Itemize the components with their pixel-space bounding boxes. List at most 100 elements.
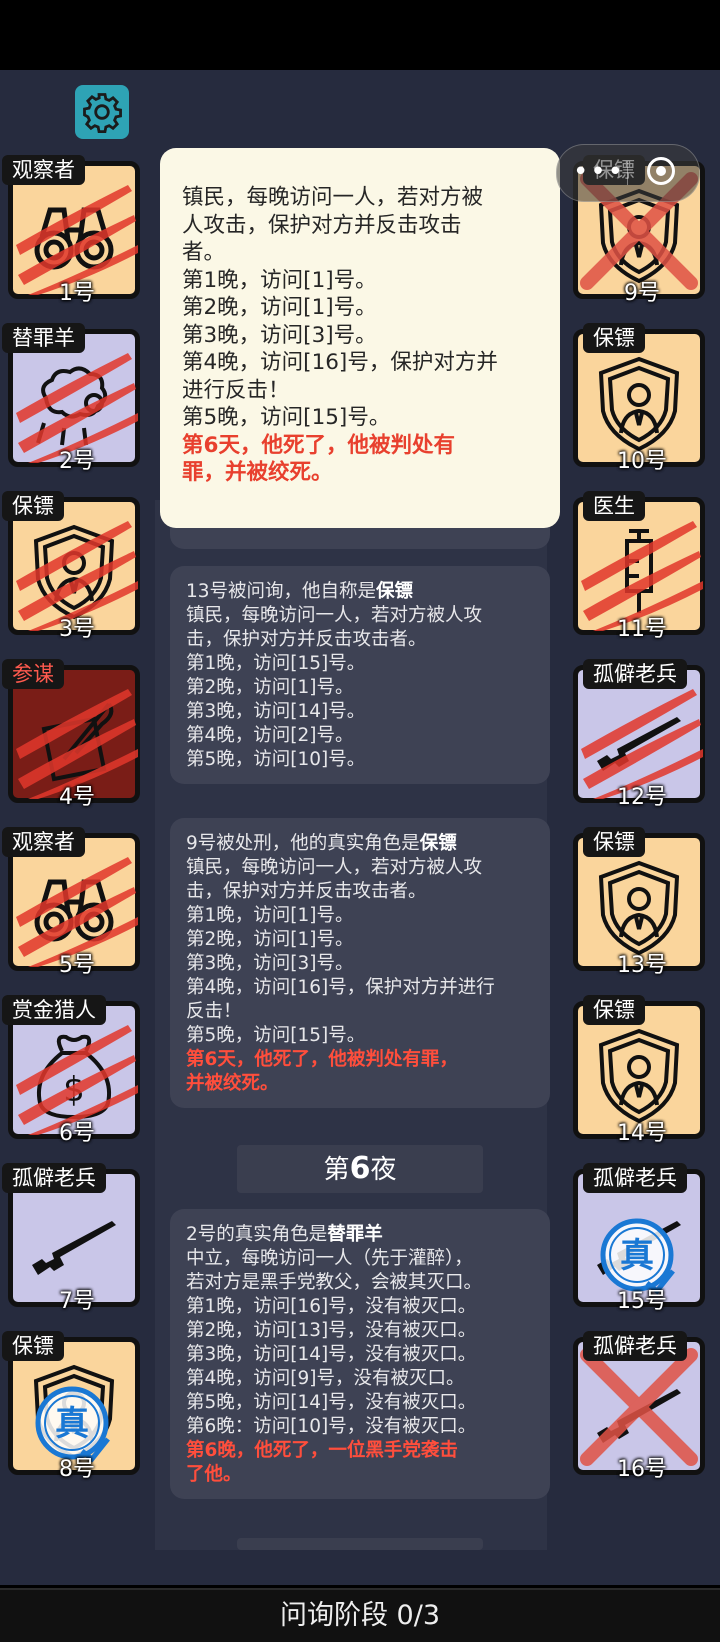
tooltip-line: 进行反击！ <box>182 377 290 403</box>
player-card[interactable]: $赏金猎人6号 <box>2 995 140 1146</box>
player-role-label: 观察者 <box>2 155 85 185</box>
tooltip-death-line: 第6天，他死了，他被判处有 <box>182 432 455 458</box>
log-message-header: 13号被问询，他自称是保镖 <box>186 581 414 602</box>
log-message: 2号的真实角色是替罪羊中立，每晚访问一人（先于灌醉）， 若对方是黑手党教父，会被其… <box>170 1209 550 1499</box>
player-number: 11号 <box>617 617 667 642</box>
log-line: 第3晚，访问[14]号。 <box>186 701 366 722</box>
player-number: 1号 <box>59 281 95 306</box>
player-number: 14号 <box>617 1121 667 1146</box>
player-number: 16号 <box>617 1457 667 1482</box>
player-role-label: 参谋 <box>2 659 64 689</box>
log-line: 反击！ <box>186 1001 242 1022</box>
player-card[interactable]: 孤僻老兵 12号 <box>567 659 705 810</box>
player-role-label: 孤僻老兵 <box>583 1331 687 1361</box>
tooltip-line: 人攻击，保护对方并反击攻击 <box>182 212 462 238</box>
player-role-label: 保镖 <box>2 1331 64 1361</box>
player-card[interactable]: 真 孤僻老兵 15号 <box>567 1163 705 1314</box>
role-tooltip: 镇民，每晚访问一人，若对方被 人攻击，保护对方并反击攻击 者。 第1晚，访问[1]号。… <box>160 148 560 528</box>
rifle-icon <box>24 1193 124 1293</box>
player-card[interactable]: 孤僻老兵 16号 <box>567 1331 705 1482</box>
player-role-label: 保镖 <box>583 827 645 857</box>
player-number: 5号 <box>59 953 95 978</box>
tooltip-line: 镇民，每晚访问一人，若对方被 <box>182 185 484 210</box>
night-divider-next <box>237 1538 483 1550</box>
player-number: 15号 <box>617 1289 667 1314</box>
player-role-label: 赏金猎人 <box>2 995 106 1025</box>
player-role-label: 观察者 <box>2 827 85 857</box>
log-line: 第3晚，访问[14]号，没有被灭口。 <box>186 1344 477 1365</box>
mini-program-capsule[interactable]: ••• <box>556 144 700 202</box>
player-card[interactable]: 保镖 10号 <box>567 323 705 474</box>
player-card[interactable]: 真 保镖 8号 <box>2 1331 140 1482</box>
settings-button[interactable] <box>75 85 129 139</box>
log-line: 第4晚，访问[9]号，没有被灭口。 <box>186 1368 465 1389</box>
log-line: 中立，每晚访问一人（先于灌醉）， <box>186 1248 473 1269</box>
log-line: 第5晚，访问[14]号，没有被灭口。 <box>186 1392 477 1413</box>
player-card[interactable]: 保镖 13号 <box>567 827 705 978</box>
close-target-icon[interactable] <box>647 157 675 185</box>
log-line: 第6晚：访问[10]号，没有被灭口。 <box>186 1416 477 1437</box>
player-number: 6号 <box>59 1121 95 1146</box>
player-number: 12号 <box>617 785 667 810</box>
player-number: 7号 <box>59 1289 95 1314</box>
tooltip-line: 第1晚，访问[1]号。 <box>182 267 377 293</box>
player-role-label: 孤僻老兵 <box>583 659 687 689</box>
log-line: 第3晚，访问[3]号。 <box>186 953 354 974</box>
log-death-line: 了他。 <box>186 1464 242 1485</box>
log-line: 镇民，每晚访问一人，若对方被人攻 <box>186 857 483 878</box>
tooltip-line: 第4晚，访问[16]号，保护对方并 <box>182 350 498 375</box>
player-role-label: 孤僻老兵 <box>2 1163 106 1193</box>
player-role-label: 医生 <box>583 491 645 521</box>
log-message: 9号被处刑，他的真实角色是保镖镇民，每晚访问一人，若对方被人攻 击，保护对方并反击… <box>170 818 550 1108</box>
player-role-label: 孤僻老兵 <box>583 1163 687 1193</box>
log-line: 第1晚，访问[1]号。 <box>186 905 354 926</box>
tooltip-death-line: 罪，并被绞死。 <box>182 460 333 485</box>
log-line: 第1晚，访问[16]号，没有被灭口。 <box>186 1296 477 1317</box>
player-number: 13号 <box>617 953 667 978</box>
tooltip-line: 第3晚，访问[3]号。 <box>182 322 377 348</box>
player-role-label: 保镖 <box>2 491 64 521</box>
player-card[interactable]: 观察者 1号 <box>2 155 140 306</box>
player-card[interactable]: 孤僻老兵 7号 <box>2 1163 140 1314</box>
log-line: 击，保护对方并反击攻击者。 <box>186 629 427 650</box>
tooltip-line: 第2晚，访问[1]号。 <box>182 295 377 320</box>
log-line: 第4晚，访问[2]号。 <box>186 725 354 746</box>
player-number: 3号 <box>59 617 95 642</box>
log-line: 第5晚，访问[15]号。 <box>186 1025 366 1046</box>
player-role-label: 保镖 <box>583 323 645 353</box>
log-line: 击，保护对方并反击攻击者。 <box>186 881 427 902</box>
player-card[interactable]: 替罪羊 2号 <box>2 323 140 474</box>
night-divider: 第6夜 <box>237 1145 483 1193</box>
shield-person-icon <box>589 1025 689 1125</box>
player-role-label: 替罪羊 <box>2 323 85 353</box>
more-icon[interactable]: ••• <box>573 157 625 187</box>
player-card[interactable]: 观察者 5号 <box>2 827 140 978</box>
log-line: 第5晚，访问[10]号。 <box>186 749 366 770</box>
log-line: 若对方是黑手党教父，会被其灭口。 <box>186 1272 483 1293</box>
log-line: 第4晚，访问[16]号，保护对方并进行 <box>186 977 495 998</box>
log-line: 第2晚，访问[1]号。 <box>186 677 354 698</box>
gear-icon <box>83 93 122 133</box>
player-card[interactable]: 保镖 14号 <box>567 995 705 1146</box>
shield-person-icon <box>589 353 689 453</box>
player-number: 9号 <box>624 281 660 306</box>
player-number: 2号 <box>59 449 95 474</box>
log-line: 镇民，每晚访问一人，若对方被人攻 <box>186 605 483 626</box>
log-message-header: 2号的真实角色是替罪羊 <box>186 1224 383 1245</box>
player-card[interactable]: 参谋 4号 <box>2 659 140 810</box>
shield-person-icon <box>589 857 689 957</box>
log-death-line: 第6晚，他死了，一位黑手党袭击 <box>186 1440 458 1461</box>
log-death-line: 第6天，他死了，他被判处有罪， <box>186 1049 458 1070</box>
player-number: 10号 <box>617 449 667 474</box>
player-card[interactable]: 保镖 3号 <box>2 491 140 642</box>
tooltip-line: 第5晚，访问[15]号。 <box>182 405 391 430</box>
log-line: 第2晚，访问[13]号，没有被灭口。 <box>186 1320 477 1341</box>
tooltip-line: 者。 <box>182 240 226 265</box>
log-message-header: 9号被处刑，他的真实角色是保镖 <box>186 833 457 854</box>
player-card[interactable]: 医生 11号 <box>567 491 705 642</box>
log-message: 13号被问询，他自称是保镖镇民，每晚访问一人，若对方被人攻 击，保护对方并反击攻击… <box>170 566 550 784</box>
phase-status: 问询阶段 0/3 <box>0 1588 720 1642</box>
log-line: 第1晚，访问[15]号。 <box>186 653 366 674</box>
log-death-line: 并被绞死。 <box>186 1073 279 1094</box>
svg-text:真: 真 <box>620 1236 654 1276</box>
